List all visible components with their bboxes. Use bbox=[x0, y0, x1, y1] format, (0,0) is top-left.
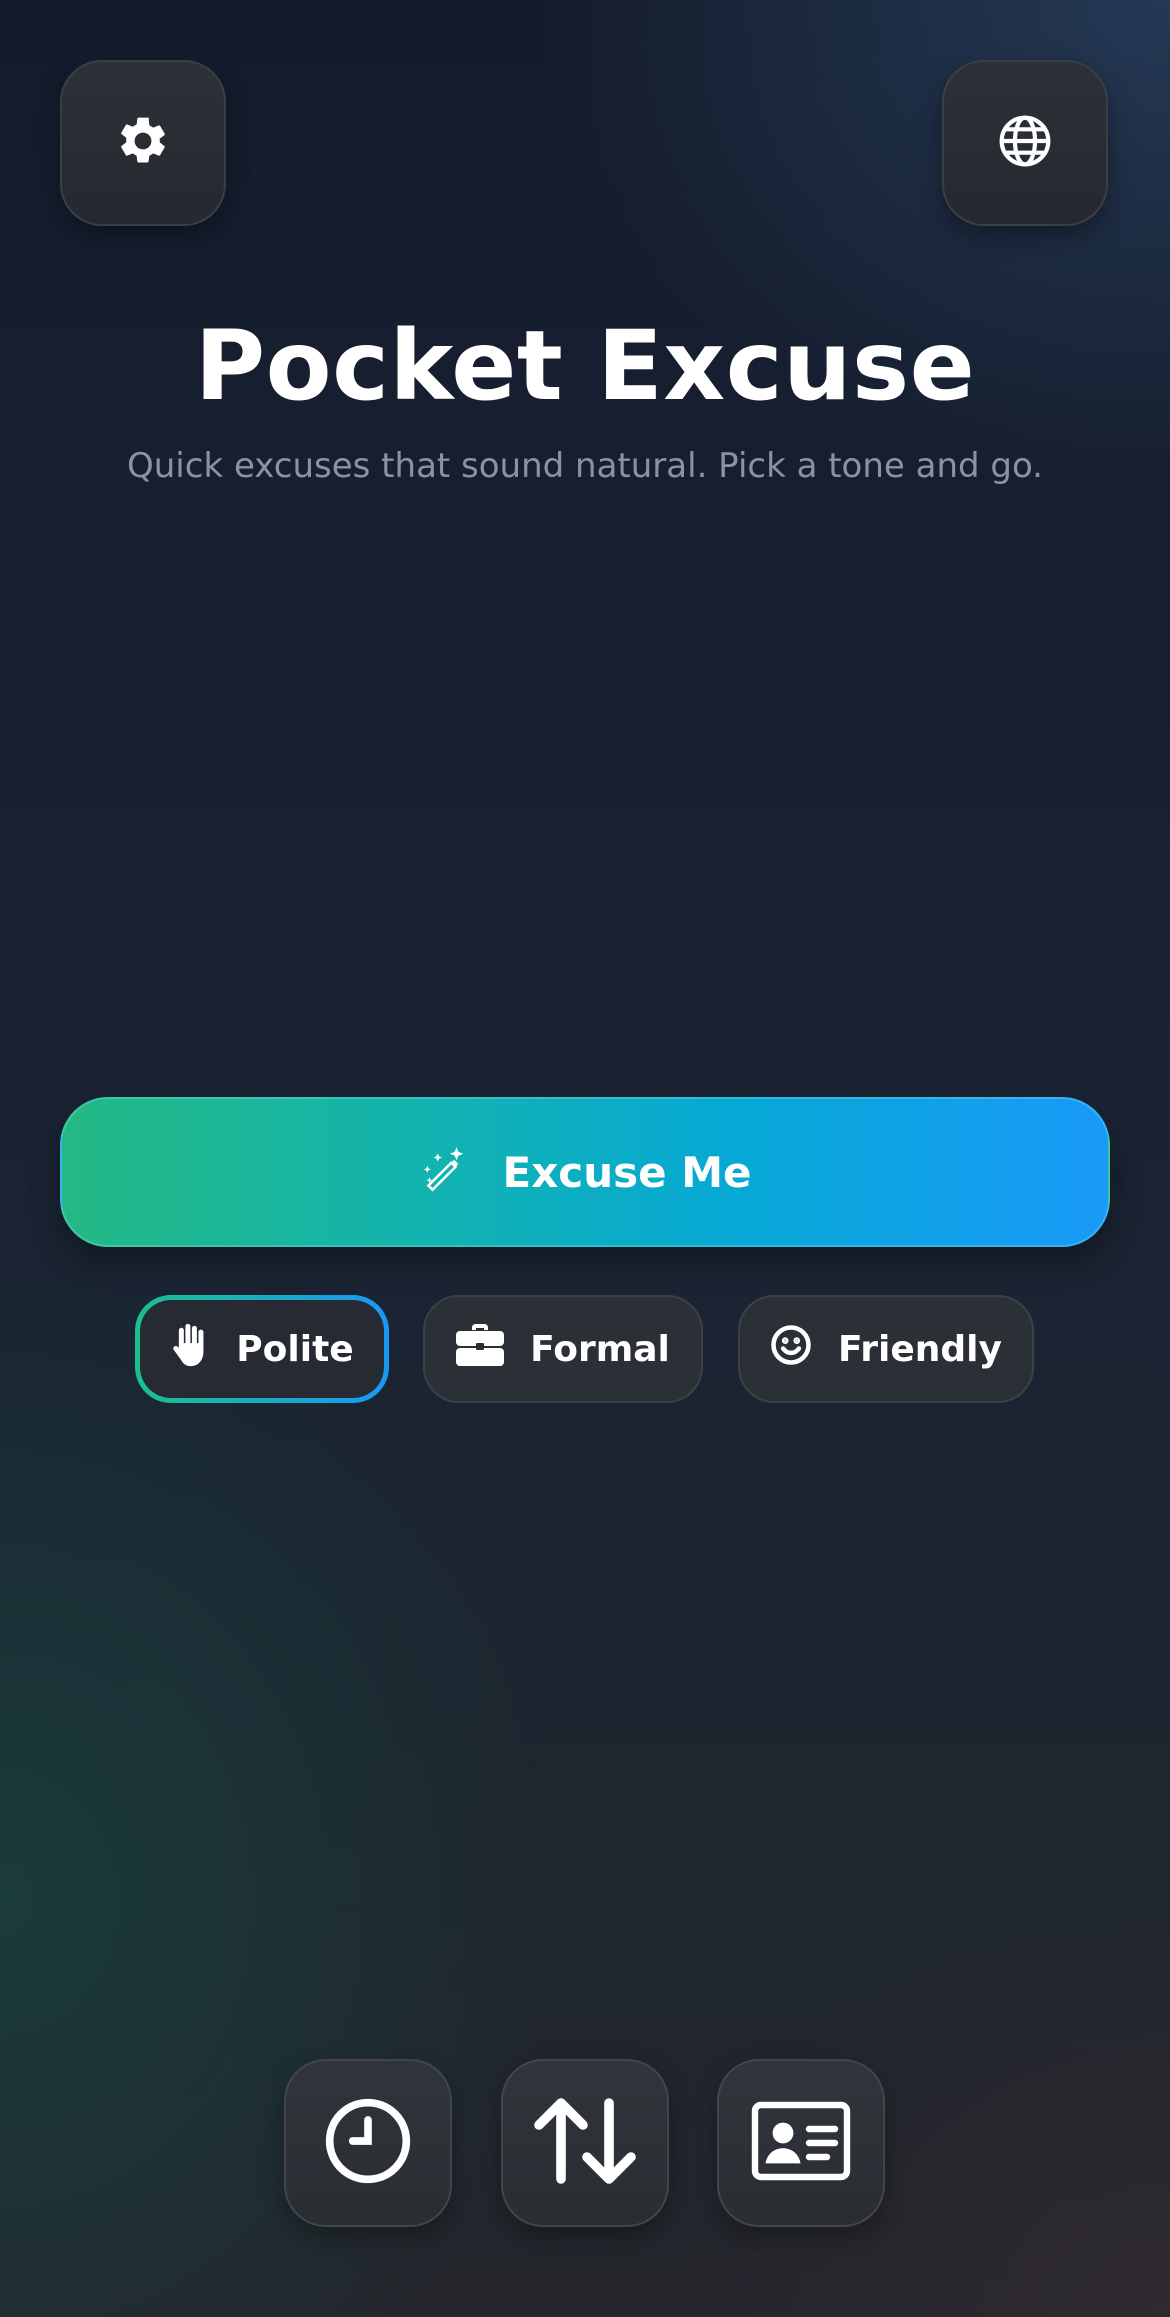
briefcase-icon bbox=[456, 1323, 505, 1375]
tone-formal-label: Formal bbox=[530, 1328, 670, 1370]
tone-polite-chip[interactable]: Polite bbox=[135, 1295, 389, 1403]
settings-button[interactable] bbox=[60, 60, 226, 226]
smile-icon bbox=[770, 1324, 812, 1375]
id-card-icon bbox=[751, 2101, 851, 2186]
history-button[interactable] bbox=[284, 2059, 452, 2227]
globe-icon bbox=[997, 113, 1053, 174]
tone-friendly-chip[interactable]: Friendly bbox=[738, 1295, 1034, 1403]
profile-card-button[interactable] bbox=[717, 2059, 885, 2227]
magic-wand-icon bbox=[419, 1145, 469, 1200]
excuse-me-button[interactable]: Excuse Me bbox=[60, 1097, 1110, 1247]
tone-formal-chip[interactable]: Formal bbox=[423, 1295, 703, 1403]
hand-icon bbox=[170, 1322, 210, 1377]
language-button[interactable] bbox=[942, 60, 1108, 226]
clock-icon bbox=[322, 2095, 414, 2192]
tone-polite-label: Polite bbox=[236, 1328, 354, 1370]
tone-friendly-label: Friendly bbox=[837, 1328, 1002, 1370]
sort-button[interactable] bbox=[501, 2059, 669, 2227]
app-subtitle: Quick excuses that sound natural. Pick a… bbox=[127, 446, 1043, 486]
excuse-me-label: Excuse Me bbox=[502, 1147, 752, 1197]
app-title: Pocket Excuse bbox=[194, 310, 976, 422]
gear-icon bbox=[115, 113, 171, 174]
up-down-arrows-icon bbox=[533, 2095, 637, 2192]
